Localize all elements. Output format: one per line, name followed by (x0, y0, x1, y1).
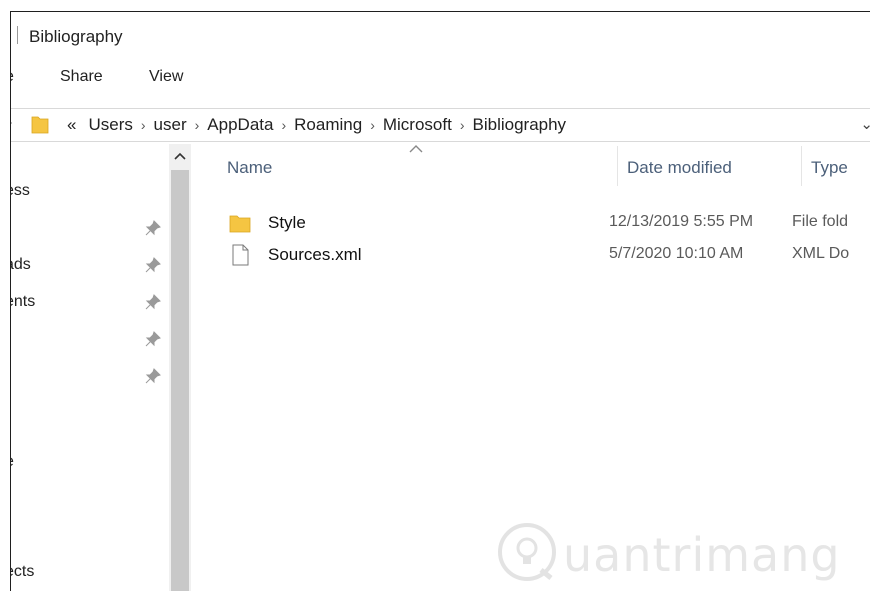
pin-icon[interactable] (145, 257, 161, 273)
pin-icon[interactable] (145, 220, 161, 236)
column-divider[interactable] (617, 146, 618, 186)
address-edge-chevron[interactable]: › (11, 114, 12, 132)
column-header-date-modified[interactable]: Date modified (627, 158, 732, 178)
nav-scrollbar[interactable] (169, 144, 191, 591)
explorer-window: Bibliography e Share View › « Users › us… (10, 11, 870, 591)
chevron-right-icon[interactable]: › (368, 117, 377, 133)
chevron-right-icon[interactable]: › (139, 117, 148, 133)
chevron-up-icon (174, 152, 186, 160)
file-row-style[interactable]: Style 12/13/2019 5:55 PM File fold (225, 210, 870, 238)
chevron-right-icon[interactable]: › (193, 117, 202, 133)
breadcrumb-roaming[interactable]: Roaming (288, 115, 368, 135)
watermark-text: uantrimang (563, 528, 841, 582)
folder-icon (229, 215, 251, 233)
breadcrumb-users[interactable]: Users (82, 115, 138, 135)
ribbon-tabs: e Share View (11, 62, 870, 98)
tab-view[interactable]: View (149, 68, 183, 86)
sort-ascending-icon (409, 145, 423, 153)
nav-item-documents[interactable]: ents (11, 293, 35, 311)
scrollbar-thumb[interactable] (171, 170, 189, 591)
breadcrumb-appdata[interactable]: AppData (201, 115, 279, 135)
tab-share[interactable]: Share (60, 68, 103, 86)
pin-icon[interactable] (145, 331, 161, 347)
watermark-logo-icon (498, 523, 556, 581)
nav-item-quick-access[interactable]: ess (11, 182, 30, 200)
file-name: Sources.xml (268, 245, 362, 264)
file-type: XML Do (792, 245, 850, 262)
column-divider[interactable] (801, 146, 802, 186)
breadcrumb: « Users › user › AppData › Roaming › Mic… (61, 114, 572, 136)
nav-item-3d-objects[interactable]: ects (11, 563, 34, 581)
chevron-down-icon[interactable]: ⌄ (860, 115, 870, 133)
file-date-modified: 12/13/2019 5:55 PM (609, 213, 754, 230)
title-bar: Bibliography (11, 12, 870, 58)
watermark: uantrimang (481, 520, 841, 591)
nav-item-onedrive[interactable]: e (11, 453, 14, 471)
breadcrumb-overflow[interactable]: « (61, 115, 82, 135)
navigation-pane: ess ads ents e ects (11, 144, 169, 591)
breadcrumb-bibliography[interactable]: Bibliography (467, 115, 573, 135)
file-type: File fold (792, 213, 849, 230)
file-date-modified: 5/7/2020 10:10 AM (609, 245, 744, 262)
window-title: Bibliography (29, 27, 123, 46)
nav-item-downloads[interactable]: ads (11, 256, 31, 274)
breadcrumb-microsoft[interactable]: Microsoft (377, 115, 458, 135)
column-header-type[interactable]: Type (811, 158, 848, 178)
folder-icon (31, 116, 49, 134)
pin-icon[interactable] (145, 294, 161, 310)
scroll-up-button[interactable] (169, 144, 191, 168)
file-name: Style (268, 213, 306, 232)
title-separator (17, 26, 18, 44)
chevron-right-icon[interactable]: › (279, 117, 288, 133)
pin-icon[interactable] (145, 368, 161, 384)
document-icon (232, 244, 249, 266)
tab-home-partial[interactable]: e (11, 68, 14, 86)
file-row-sources-xml[interactable]: Sources.xml 5/7/2020 10:10 AM XML Do (225, 242, 870, 270)
address-bar[interactable]: › « Users › user › AppData › Roaming › M… (11, 108, 870, 142)
chevron-right-icon[interactable]: › (458, 117, 467, 133)
column-header-name[interactable]: Name (227, 158, 272, 178)
breadcrumb-user[interactable]: user (148, 115, 193, 135)
